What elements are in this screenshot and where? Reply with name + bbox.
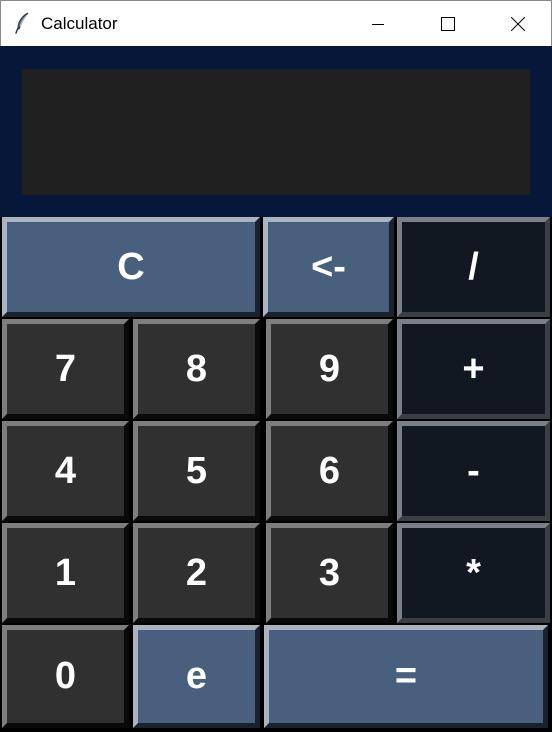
digit-2-button[interactable]: 2 — [133, 523, 260, 623]
digit-5-button[interactable]: 5 — [133, 421, 260, 521]
digit-1-button[interactable]: 1 — [2, 523, 129, 623]
feather-icon — [14, 12, 32, 34]
close-button[interactable] — [495, 1, 541, 46]
divide-button[interactable]: / — [397, 217, 550, 317]
clear-button[interactable]: C — [2, 217, 260, 317]
digit-8-button[interactable]: 8 — [133, 319, 260, 419]
display-frame — [0, 46, 552, 217]
digit-6-button[interactable]: 6 — [266, 421, 393, 521]
close-icon — [511, 16, 525, 31]
digit-4-button[interactable]: 4 — [2, 421, 129, 521]
multiply-button[interactable]: * — [397, 523, 550, 623]
digit-0-button[interactable]: 0 — [2, 625, 129, 728]
maximize-icon — [441, 16, 455, 31]
window-title: Calculator — [41, 14, 118, 33]
plus-button[interactable]: + — [397, 319, 550, 419]
digit-9-button[interactable]: 9 — [266, 319, 393, 419]
display-screen — [22, 69, 530, 195]
title-bar: Calculator — [0, 0, 552, 46]
backspace-button[interactable]: <- — [263, 217, 394, 317]
minus-button[interactable]: - — [397, 421, 550, 521]
maximize-button[interactable] — [425, 1, 471, 46]
calculator-window: Calculator C <- / 7 8 9 + 4 5 6 - 1 2 3 … — [0, 0, 552, 732]
equals-button[interactable]: = — [264, 625, 548, 728]
minimize-icon — [372, 23, 384, 25]
minimize-button[interactable] — [355, 1, 401, 46]
digit-7-button[interactable]: 7 — [2, 319, 129, 419]
euler-e-button[interactable]: e — [133, 625, 260, 728]
digit-3-button[interactable]: 3 — [266, 523, 393, 623]
